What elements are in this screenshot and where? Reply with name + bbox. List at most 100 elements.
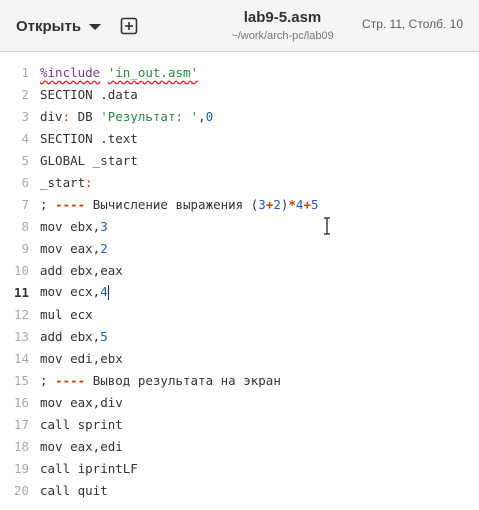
document-path: ~/work/arch-pc/lab09: [231, 30, 334, 42]
code-text: div: DB 'Результат: ',0: [40, 109, 213, 124]
code-text: mov edi,ebx: [40, 351, 123, 366]
cursor-position-indicator[interactable]: Стр. 11, Столб. 10: [362, 17, 463, 31]
code-text: mov eax,2: [40, 241, 108, 256]
code-text: call sprint: [40, 417, 123, 432]
code-text: ; ---- Вывод результата на экран: [40, 373, 281, 388]
code-token: mov ecx,: [40, 284, 101, 299]
line-number: 18: [13, 438, 29, 454]
line-number: 5: [21, 152, 29, 168]
line-number: 4: [21, 130, 29, 146]
code-token: 5: [310, 196, 319, 212]
code-token: +: [303, 196, 311, 212]
code-line[interactable]: 8 mov ebx,3: [0, 215, 479, 237]
code-token: ----: [55, 372, 86, 388]
code-token: add ebx,: [40, 328, 101, 344]
line-number: 2: [21, 86, 29, 102]
line-number: 7: [21, 196, 29, 212]
open-button[interactable]: Открыть: [8, 12, 109, 40]
code-text: SECTION .text: [40, 131, 138, 146]
code-token: 5: [100, 328, 108, 344]
code-token: mov eax,edi: [40, 438, 123, 454]
code-line[interactable]: 19 call iprintLF: [0, 457, 479, 479]
code-text: call iprintLF: [40, 461, 138, 476]
code-text: add ebx,5: [40, 329, 108, 344]
code-token: ,: [198, 108, 206, 124]
line-number: 1: [21, 64, 29, 80]
code-line[interactable]: 18 mov eax,edi: [0, 435, 479, 457]
code-token: GLOBAL _start: [40, 152, 138, 168]
code-token: call sprint: [40, 416, 123, 432]
code-line[interactable]: 6 _start:: [0, 171, 479, 193]
code-token: div: [40, 108, 63, 124]
line-number: 15: [13, 372, 29, 388]
line-number: 20: [13, 482, 29, 498]
line-number: 19: [13, 460, 29, 476]
header-bar: Открыть lab9-5.asm ~/work/arch-pc/lab09 …: [0, 0, 479, 52]
code-token: DB: [70, 108, 101, 124]
code-line[interactable]: 3 div: DB 'Результат: ',0: [0, 105, 479, 127]
window-title-block: lab9-5.asm ~/work/arch-pc/lab09: [190, 8, 375, 44]
line-number: 8: [21, 218, 29, 234]
code-line[interactable]: 15 ; ---- Вывод результата на экран: [0, 369, 479, 391]
line-number: 12: [13, 306, 29, 322]
code-token: :: [62, 108, 71, 124]
code-line[interactable]: 17 call sprint: [0, 413, 479, 435]
code-token: SECTION .text: [40, 130, 138, 146]
text-editor-window: Открыть lab9-5.asm ~/work/arch-pc/lab09 …: [0, 0, 479, 510]
code-text: mul ecx: [40, 307, 93, 322]
line-number: 11: [13, 284, 29, 300]
code-token: *: [288, 196, 296, 212]
code-token: _start: [40, 174, 86, 190]
code-token: mul ecx: [40, 306, 93, 322]
code-editor[interactable]: 1 %include 'in_out.asm' 2 SECTION .data 3 div…: [0, 52, 479, 510]
chevron-down-icon: [89, 24, 102, 30]
code-text: _start:: [40, 175, 93, 190]
code-token: ;: [40, 196, 56, 212]
code-line[interactable]: 16 mov eax,div: [0, 391, 479, 413]
text-cursor-icon: [324, 217, 330, 235]
code-token: 2: [273, 196, 281, 212]
code-token: Вычисление выражения (: [85, 196, 259, 212]
code-text: add ebx,eax: [40, 263, 123, 278]
code-text: mov ebx,3: [40, 219, 108, 234]
code-token: 'Результат: ': [100, 108, 199, 124]
code-token: 'in_out.asm': [107, 64, 199, 80]
code-line[interactable]: 4 SECTION .text: [0, 127, 479, 149]
code-line[interactable]: 5 GLOBAL _start: [0, 149, 479, 171]
line-number: 16: [13, 394, 29, 410]
line-number: 10: [13, 262, 29, 278]
code-token: ----: [55, 196, 86, 212]
line-number: 3: [21, 108, 29, 124]
code-text: %include 'in_out.asm': [40, 65, 198, 80]
new-tab-button[interactable]: [117, 14, 141, 38]
code-text: ; ---- Вычисление выражения (3+2)*4+5: [40, 197, 319, 212]
code-token: SECTION .data: [40, 86, 138, 102]
code-token: %include: [40, 64, 101, 80]
code-line[interactable]: 9 mov eax,2: [0, 237, 479, 259]
code-token: mov ebx,: [40, 218, 101, 234]
code-line[interactable]: 10 add ebx,eax: [0, 259, 479, 281]
code-token: Вывод результата на экран: [85, 372, 281, 388]
code-token: :: [85, 174, 93, 190]
code-token: call quit: [40, 482, 108, 498]
code-line[interactable]: 11 mov ecx,4: [0, 281, 479, 303]
document-title: lab9-5.asm: [243, 9, 322, 26]
code-line[interactable]: 13 add ebx,5: [0, 325, 479, 347]
code-text: mov eax,div: [40, 395, 123, 410]
code-token: 4: [100, 284, 108, 299]
new-tab-icon: [120, 17, 138, 35]
code-token: 2: [100, 240, 108, 256]
code-line[interactable]: 14 mov edi,ebx: [0, 347, 479, 369]
code-text: SECTION .data: [40, 87, 138, 102]
line-number: 9: [21, 240, 29, 256]
code-text: GLOBAL _start: [40, 153, 138, 168]
line-number: 13: [13, 328, 29, 344]
code-line[interactable]: 7 ; ---- Вычисление выражения (3+2)*4+5: [0, 193, 479, 215]
code-text: call quit: [40, 483, 108, 498]
code-line[interactable]: 20 call quit: [0, 479, 479, 501]
code-line[interactable]: 12 mul ecx: [0, 303, 479, 325]
code-line[interactable]: 2 SECTION .data: [0, 83, 479, 105]
code-token: call iprintLF: [40, 460, 138, 476]
code-line[interactable]: 1 %include 'in_out.asm': [0, 61, 479, 83]
